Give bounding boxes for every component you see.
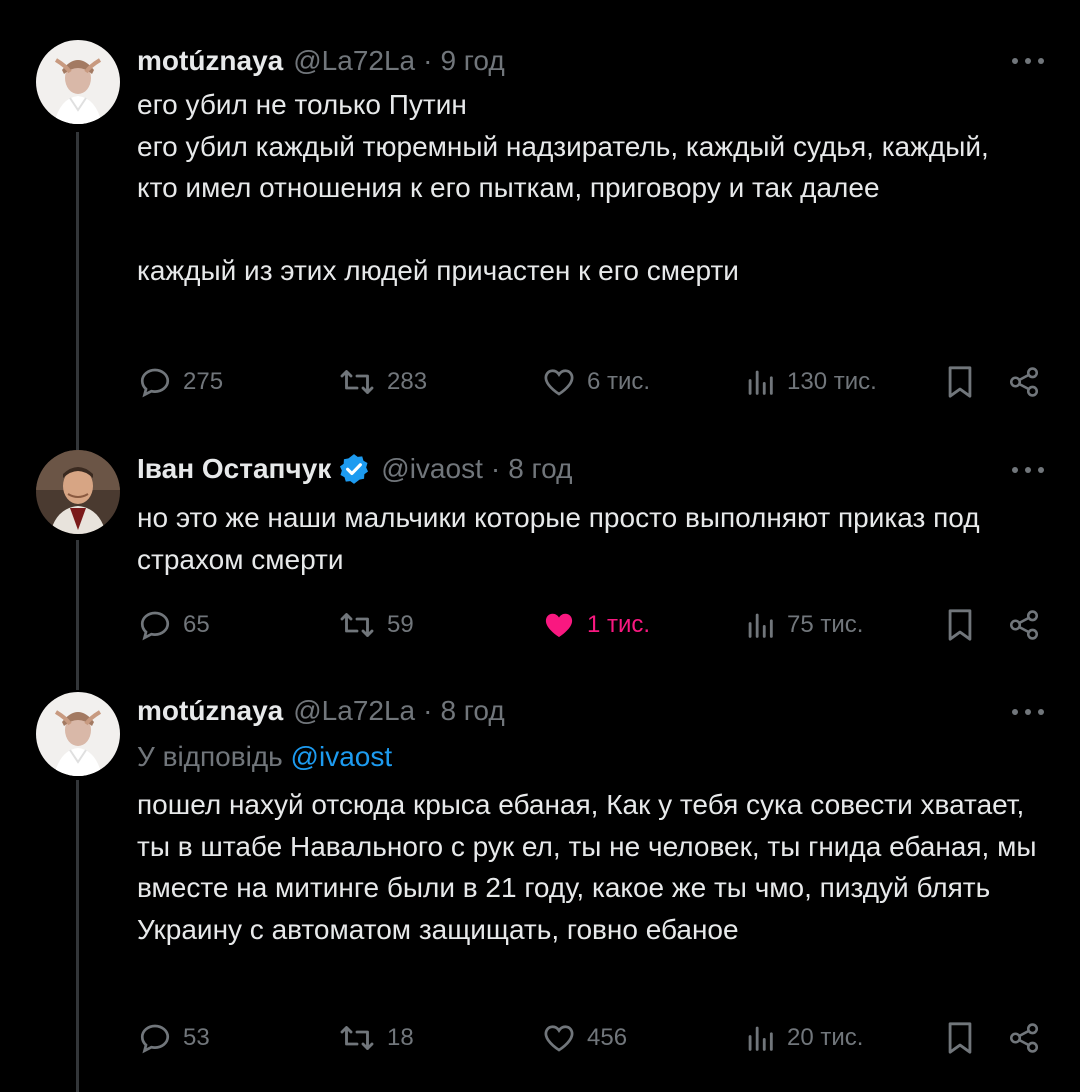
- heart-icon: [544, 1025, 574, 1052]
- like-count: 6 тис.: [587, 368, 651, 395]
- views-icon: [748, 1026, 773, 1051]
- tweet-header: motúznaya @La72La · 9 год: [137, 44, 505, 78]
- retweet-icon: [340, 370, 374, 394]
- display-name[interactable]: Іван Остапчук: [137, 452, 331, 486]
- retweet-icon: [340, 613, 374, 637]
- avatar[interactable]: [36, 692, 120, 776]
- reply-icon: [140, 611, 170, 641]
- like-button[interactable]: 1 тис.: [541, 605, 650, 645]
- verified-badge-icon: [337, 452, 371, 486]
- share-icon: [1009, 1023, 1039, 1053]
- user-handle[interactable]: @La72La: [293, 694, 415, 728]
- tweet-text: пошел нахуй отсюда крыса ебаная, Как у т…: [137, 789, 1045, 945]
- bookmark-button[interactable]: [943, 605, 977, 645]
- reply-count: 65: [183, 611, 210, 638]
- like-count: 1 тис.: [587, 611, 651, 638]
- more-icon[interactable]: [1012, 465, 1044, 475]
- display-name[interactable]: motúznaya: [137, 44, 283, 78]
- views-icon: [748, 370, 773, 395]
- reply-button[interactable]: 65: [137, 605, 210, 645]
- thread-line: [76, 780, 79, 1092]
- separator: ·: [423, 695, 433, 726]
- reply-button[interactable]: 275: [137, 362, 223, 402]
- reply-icon: [140, 368, 170, 398]
- views-count: 130 тис.: [787, 368, 877, 395]
- views-icon: [748, 613, 773, 638]
- retweet-count: 283: [387, 368, 428, 395]
- heart-filled-icon: [545, 613, 573, 637]
- display-name[interactable]: motúznaya: [137, 694, 283, 728]
- reply-prefix: У відповідь: [137, 741, 283, 772]
- tweet-header: motúznaya @La72La · 8 год: [137, 694, 505, 728]
- share-button[interactable]: [1007, 605, 1041, 645]
- like-button[interactable]: 6 тис.: [541, 362, 650, 402]
- timestamp[interactable]: 8 год: [440, 694, 504, 728]
- retweet-button[interactable]: 283: [337, 362, 427, 402]
- user-handle[interactable]: @La72La: [293, 44, 415, 78]
- retweet-icon: [340, 1026, 374, 1050]
- heart-icon: [544, 369, 574, 396]
- more-icon[interactable]: [1012, 56, 1044, 66]
- retweet-button[interactable]: 18: [337, 1018, 414, 1058]
- user-handle[interactable]: @ivaost: [381, 452, 483, 486]
- timestamp[interactable]: 8 год: [508, 452, 572, 486]
- reply-count: 53: [183, 1024, 210, 1051]
- reply-count: 275: [183, 368, 224, 395]
- views-button[interactable]: 20 тис.: [743, 1018, 863, 1058]
- bookmark-button[interactable]: [943, 1018, 977, 1058]
- avatar[interactable]: [36, 40, 120, 124]
- reply-mention-link[interactable]: @ivaost: [291, 741, 393, 772]
- share-icon: [1009, 367, 1039, 397]
- retweet-count: 59: [387, 611, 414, 638]
- separator: ·: [423, 45, 433, 76]
- timestamp[interactable]: 9 год: [440, 44, 504, 78]
- like-count: 456: [587, 1024, 628, 1051]
- share-button[interactable]: [1007, 1018, 1041, 1058]
- reply-button[interactable]: 53: [137, 1018, 210, 1058]
- reply-icon: [140, 1024, 170, 1054]
- views-button[interactable]: 75 тис.: [743, 605, 863, 645]
- bookmark-icon: [948, 609, 972, 641]
- retweet-count: 18: [387, 1024, 414, 1051]
- separator: ·: [490, 453, 501, 484]
- views-count: 75 тис.: [787, 611, 864, 638]
- avatar[interactable]: [36, 450, 120, 534]
- views-count: 20 тис.: [787, 1024, 864, 1051]
- tweet-header: Іван Остапчук @ivaost · 8 год: [137, 452, 572, 486]
- share-button[interactable]: [1007, 362, 1041, 402]
- bookmark-button[interactable]: [943, 362, 977, 402]
- action-bar: 65 59 1 тис. 75 тис.: [137, 605, 1047, 645]
- action-bar: 275 283 6 тис. 130 тис.: [137, 362, 1047, 402]
- thread-line: [76, 132, 79, 452]
- views-button[interactable]: 130 тис.: [743, 362, 877, 402]
- more-icon[interactable]: [1012, 707, 1044, 717]
- bookmark-icon: [948, 366, 972, 398]
- like-button[interactable]: 456: [541, 1018, 627, 1058]
- share-icon: [1009, 610, 1039, 640]
- reply-context: У відповідь @ivaost: [137, 740, 392, 774]
- retweet-button[interactable]: 59: [337, 605, 414, 645]
- bookmark-icon: [948, 1022, 972, 1054]
- tweet-text: но это же наши мальчики которые просто в…: [137, 502, 988, 575]
- action-bar: 53 18 456 20 тис.: [137, 1018, 1047, 1058]
- tweet-text: его убил не только Путин его убил каждый…: [137, 89, 989, 286]
- thread-line: [76, 540, 79, 690]
